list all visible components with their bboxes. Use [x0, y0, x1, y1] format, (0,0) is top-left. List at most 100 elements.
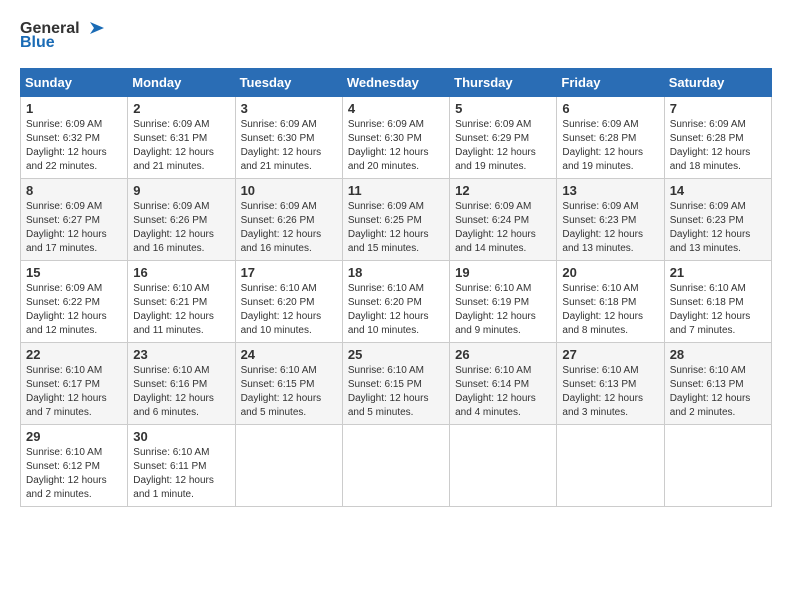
day-number: 19 — [455, 265, 551, 280]
day-info: Sunrise: 6:10 AM Sunset: 6:16 PM Dayligh… — [133, 364, 229, 420]
sunset: Sunset: 6:30 PM — [241, 133, 315, 144]
day-number: 5 — [455, 101, 551, 116]
calendar-cell: 25 Sunrise: 6:10 AM Sunset: 6:15 PM Dayl… — [342, 343, 449, 425]
day-number: 8 — [26, 183, 122, 198]
weekday-header-saturday: Saturday — [664, 69, 771, 97]
daylight: Daylight: 12 hours and 8 minutes. — [562, 311, 643, 336]
sunrise: Sunrise: 6:09 AM — [670, 201, 746, 212]
calendar-body: 1 Sunrise: 6:09 AM Sunset: 6:32 PM Dayli… — [21, 97, 772, 507]
calendar-cell: 16 Sunrise: 6:10 AM Sunset: 6:21 PM Dayl… — [128, 261, 235, 343]
sunrise: Sunrise: 6:10 AM — [670, 283, 746, 294]
calendar-cell: 17 Sunrise: 6:10 AM Sunset: 6:20 PM Dayl… — [235, 261, 342, 343]
sunset: Sunset: 6:12 PM — [26, 461, 100, 472]
calendar-cell: 28 Sunrise: 6:10 AM Sunset: 6:13 PM Dayl… — [664, 343, 771, 425]
daylight: Daylight: 12 hours and 10 minutes. — [241, 311, 322, 336]
sunset: Sunset: 6:27 PM — [26, 215, 100, 226]
daylight: Daylight: 12 hours and 19 minutes. — [455, 147, 536, 172]
daylight: Daylight: 12 hours and 12 minutes. — [26, 311, 107, 336]
calendar-week-2: 8 Sunrise: 6:09 AM Sunset: 6:27 PM Dayli… — [21, 179, 772, 261]
daylight: Daylight: 12 hours and 2 minutes. — [670, 393, 751, 418]
day-number: 16 — [133, 265, 229, 280]
calendar-table: SundayMondayTuesdayWednesdayThursdayFrid… — [20, 68, 772, 507]
day-info: Sunrise: 6:09 AM Sunset: 6:32 PM Dayligh… — [26, 118, 122, 174]
calendar-cell — [235, 425, 342, 507]
sunrise: Sunrise: 6:10 AM — [26, 365, 102, 376]
weekday-header-friday: Friday — [557, 69, 664, 97]
day-number: 14 — [670, 183, 766, 198]
daylight: Daylight: 12 hours and 22 minutes. — [26, 147, 107, 172]
sunset: Sunset: 6:23 PM — [562, 215, 636, 226]
calendar-cell: 20 Sunrise: 6:10 AM Sunset: 6:18 PM Dayl… — [557, 261, 664, 343]
sunset: Sunset: 6:23 PM — [670, 215, 744, 226]
calendar-cell — [342, 425, 449, 507]
daylight: Daylight: 12 hours and 16 minutes. — [241, 229, 322, 254]
day-number: 29 — [26, 429, 122, 444]
sunset: Sunset: 6:22 PM — [26, 297, 100, 308]
daylight: Daylight: 12 hours and 21 minutes. — [241, 147, 322, 172]
weekday-header-tuesday: Tuesday — [235, 69, 342, 97]
calendar-cell: 6 Sunrise: 6:09 AM Sunset: 6:28 PM Dayli… — [557, 97, 664, 179]
day-info: Sunrise: 6:10 AM Sunset: 6:11 PM Dayligh… — [133, 446, 229, 502]
day-number: 23 — [133, 347, 229, 362]
sunrise: Sunrise: 6:10 AM — [455, 283, 531, 294]
calendar-cell: 18 Sunrise: 6:10 AM Sunset: 6:20 PM Dayl… — [342, 261, 449, 343]
daylight: Daylight: 12 hours and 15 minutes. — [348, 229, 429, 254]
sunset: Sunset: 6:28 PM — [670, 133, 744, 144]
sunrise: Sunrise: 6:09 AM — [241, 119, 317, 130]
calendar-cell: 22 Sunrise: 6:10 AM Sunset: 6:17 PM Dayl… — [21, 343, 128, 425]
weekday-row: SundayMondayTuesdayWednesdayThursdayFrid… — [21, 69, 772, 97]
sunset: Sunset: 6:19 PM — [455, 297, 529, 308]
daylight: Daylight: 12 hours and 18 minutes. — [670, 147, 751, 172]
day-number: 12 — [455, 183, 551, 198]
daylight: Daylight: 12 hours and 21 minutes. — [133, 147, 214, 172]
calendar-cell: 13 Sunrise: 6:09 AM Sunset: 6:23 PM Dayl… — [557, 179, 664, 261]
sunrise: Sunrise: 6:10 AM — [133, 283, 209, 294]
calendar-week-5: 29 Sunrise: 6:10 AM Sunset: 6:12 PM Dayl… — [21, 425, 772, 507]
sunset: Sunset: 6:18 PM — [670, 297, 744, 308]
calendar-cell: 27 Sunrise: 6:10 AM Sunset: 6:13 PM Dayl… — [557, 343, 664, 425]
day-info: Sunrise: 6:10 AM Sunset: 6:15 PM Dayligh… — [348, 364, 444, 420]
day-number: 17 — [241, 265, 337, 280]
day-number: 2 — [133, 101, 229, 116]
weekday-header-wednesday: Wednesday — [342, 69, 449, 97]
day-info: Sunrise: 6:10 AM Sunset: 6:19 PM Dayligh… — [455, 282, 551, 338]
calendar-week-4: 22 Sunrise: 6:10 AM Sunset: 6:17 PM Dayl… — [21, 343, 772, 425]
sunset: Sunset: 6:20 PM — [241, 297, 315, 308]
sunset: Sunset: 6:26 PM — [133, 215, 207, 226]
sunrise: Sunrise: 6:10 AM — [670, 365, 746, 376]
day-info: Sunrise: 6:09 AM Sunset: 6:30 PM Dayligh… — [241, 118, 337, 174]
day-number: 28 — [670, 347, 766, 362]
day-number: 7 — [670, 101, 766, 116]
sunrise: Sunrise: 6:10 AM — [26, 447, 102, 458]
logo: General Blue — [20, 20, 104, 52]
sunrise: Sunrise: 6:09 AM — [133, 119, 209, 130]
day-number: 22 — [26, 347, 122, 362]
daylight: Daylight: 12 hours and 6 minutes. — [133, 393, 214, 418]
day-number: 4 — [348, 101, 444, 116]
day-info: Sunrise: 6:10 AM Sunset: 6:14 PM Dayligh… — [455, 364, 551, 420]
day-info: Sunrise: 6:09 AM Sunset: 6:31 PM Dayligh… — [133, 118, 229, 174]
day-info: Sunrise: 6:10 AM Sunset: 6:20 PM Dayligh… — [241, 282, 337, 338]
day-number: 26 — [455, 347, 551, 362]
calendar-cell: 14 Sunrise: 6:09 AM Sunset: 6:23 PM Dayl… — [664, 179, 771, 261]
calendar-cell: 30 Sunrise: 6:10 AM Sunset: 6:11 PM Dayl… — [128, 425, 235, 507]
sunrise: Sunrise: 6:10 AM — [133, 447, 209, 458]
day-number: 30 — [133, 429, 229, 444]
day-info: Sunrise: 6:09 AM Sunset: 6:27 PM Dayligh… — [26, 200, 122, 256]
day-number: 15 — [26, 265, 122, 280]
sunrise: Sunrise: 6:09 AM — [348, 119, 424, 130]
day-number: 11 — [348, 183, 444, 198]
day-info: Sunrise: 6:09 AM Sunset: 6:28 PM Dayligh… — [670, 118, 766, 174]
sunrise: Sunrise: 6:10 AM — [562, 283, 638, 294]
day-info: Sunrise: 6:09 AM Sunset: 6:28 PM Dayligh… — [562, 118, 658, 174]
calendar-cell: 26 Sunrise: 6:10 AM Sunset: 6:14 PM Dayl… — [450, 343, 557, 425]
sunrise: Sunrise: 6:09 AM — [348, 201, 424, 212]
sunset: Sunset: 6:31 PM — [133, 133, 207, 144]
daylight: Daylight: 12 hours and 5 minutes. — [241, 393, 322, 418]
sunset: Sunset: 6:30 PM — [348, 133, 422, 144]
day-info: Sunrise: 6:09 AM Sunset: 6:23 PM Dayligh… — [562, 200, 658, 256]
day-number: 9 — [133, 183, 229, 198]
sunrise: Sunrise: 6:09 AM — [133, 201, 209, 212]
day-info: Sunrise: 6:10 AM Sunset: 6:18 PM Dayligh… — [562, 282, 658, 338]
calendar-cell: 5 Sunrise: 6:09 AM Sunset: 6:29 PM Dayli… — [450, 97, 557, 179]
